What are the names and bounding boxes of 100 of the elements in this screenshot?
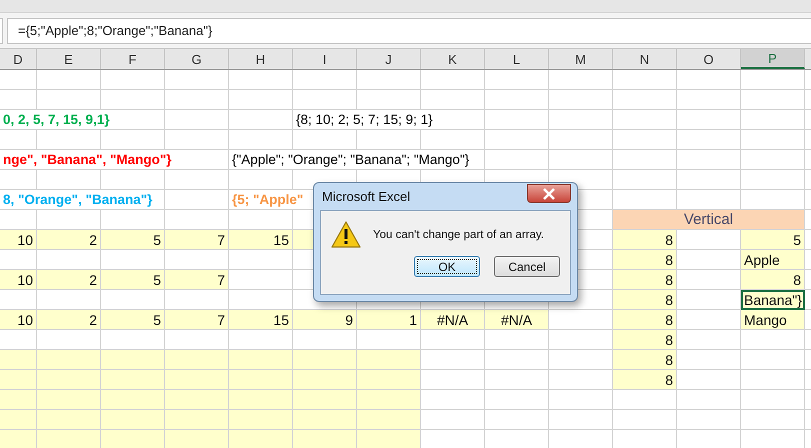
table-cell[interactable]: Mango [741, 310, 805, 330]
table-cell[interactable] [0, 430, 37, 448]
table-cell[interactable] [677, 150, 741, 170]
table-cell[interactable] [229, 170, 293, 190]
table-cell[interactable] [613, 110, 677, 130]
table-cell[interactable] [677, 370, 741, 390]
table-cell[interactable] [421, 90, 485, 110]
table-cell[interactable] [165, 350, 229, 370]
table-cell[interactable] [229, 110, 293, 130]
table-cell[interactable] [165, 370, 229, 390]
table-cell[interactable] [677, 170, 741, 190]
table-cell[interactable] [741, 350, 805, 370]
table-cell[interactable] [741, 190, 805, 210]
table-cell[interactable] [677, 290, 741, 310]
table-cell[interactable] [165, 70, 229, 90]
table-cell[interactable] [37, 330, 101, 350]
column-header[interactable]: L [485, 49, 549, 69]
table-cell[interactable] [229, 250, 293, 270]
table-cell[interactable] [421, 410, 485, 430]
table-cell[interactable] [101, 330, 165, 350]
dialog-button[interactable]: Cancel [494, 256, 560, 277]
table-cell[interactable] [549, 390, 613, 410]
table-cell[interactable] [0, 410, 37, 430]
table-cell[interactable] [37, 170, 101, 190]
table-cell[interactable] [677, 270, 741, 290]
table-cell[interactable] [229, 290, 293, 310]
table-cell[interactable] [485, 410, 549, 430]
table-cell[interactable]: 15 [229, 310, 293, 330]
table-cell[interactable]: #N/A [421, 310, 485, 330]
table-cell[interactable] [229, 210, 293, 230]
table-cell[interactable] [165, 250, 229, 270]
table-cell[interactable] [101, 130, 165, 150]
table-cell[interactable] [485, 350, 549, 370]
table-cell[interactable]: 10 [0, 230, 37, 250]
column-header[interactable]: N [613, 49, 677, 69]
table-cell[interactable] [357, 70, 421, 90]
column-header[interactable]: P [741, 49, 805, 69]
table-cell[interactable] [357, 390, 421, 410]
table-cell[interactable] [165, 190, 229, 210]
close-button[interactable] [527, 184, 571, 203]
table-cell[interactable] [293, 390, 357, 410]
table-cell[interactable] [0, 390, 37, 410]
table-cell[interactable] [101, 170, 165, 190]
table-cell[interactable]: 2 [37, 270, 101, 290]
table-cell[interactable]: 7 [165, 270, 229, 290]
table-cell[interactable] [229, 350, 293, 370]
table-cell[interactable] [165, 130, 229, 150]
table-cell[interactable] [165, 290, 229, 310]
table-cell[interactable] [485, 70, 549, 90]
table-cell[interactable] [0, 290, 37, 310]
table-cell[interactable] [37, 130, 101, 150]
table-cell[interactable] [165, 410, 229, 430]
table-cell[interactable] [101, 250, 165, 270]
table-cell[interactable] [741, 330, 805, 350]
table-cell[interactable] [357, 350, 421, 370]
column-header[interactable]: F [101, 49, 165, 69]
table-cell[interactable] [101, 370, 165, 390]
table-cell[interactable] [229, 270, 293, 290]
table-cell[interactable]: #N/A [485, 310, 549, 330]
table-cell[interactable]: Banana"} [741, 290, 805, 310]
table-cell[interactable] [293, 330, 357, 350]
table-cell[interactable]: 8 [613, 310, 677, 330]
table-cell[interactable] [37, 70, 101, 90]
table-cell[interactable]: 8 [613, 250, 677, 270]
table-cell[interactable]: 8 [613, 270, 677, 290]
merged-header-cell[interactable]: Vertical [613, 210, 805, 230]
table-cell[interactable] [101, 410, 165, 430]
table-cell[interactable] [293, 130, 357, 150]
table-cell[interactable] [293, 430, 357, 448]
table-cell[interactable] [0, 210, 37, 230]
table-cell[interactable] [101, 430, 165, 448]
table-cell[interactable] [485, 330, 549, 350]
table-cell[interactable] [485, 110, 549, 130]
table-cell[interactable] [293, 370, 357, 390]
table-cell[interactable]: nge", "Banana", "Mango"} [0, 150, 229, 170]
table-cell[interactable] [421, 370, 485, 390]
table-cell[interactable] [293, 70, 357, 90]
table-cell[interactable] [165, 330, 229, 350]
column-header[interactable]: M [549, 49, 613, 69]
table-cell[interactable]: {"Apple"; "Orange"; "Banana"; "Mango"} [229, 150, 485, 170]
table-cell[interactable] [357, 430, 421, 448]
table-cell[interactable] [357, 90, 421, 110]
column-header[interactable]: I [293, 49, 357, 69]
table-cell[interactable] [741, 130, 805, 150]
table-cell[interactable] [549, 310, 613, 330]
table-cell[interactable] [741, 370, 805, 390]
column-header[interactable]: J [357, 49, 421, 69]
table-cell[interactable]: 2 [37, 230, 101, 250]
table-cell[interactable]: 10 [0, 310, 37, 330]
table-cell[interactable] [101, 390, 165, 410]
table-cell[interactable] [229, 370, 293, 390]
table-cell[interactable] [0, 170, 37, 190]
column-header[interactable]: G [165, 49, 229, 69]
table-cell[interactable] [101, 90, 165, 110]
table-cell[interactable]: 7 [165, 310, 229, 330]
formula-field[interactable]: ={5;"Apple";8;"Orange";"Banana"} [7, 18, 811, 44]
table-cell[interactable]: 10 [0, 270, 37, 290]
table-cell[interactable] [741, 390, 805, 410]
table-cell[interactable] [37, 390, 101, 410]
table-cell[interactable] [293, 410, 357, 430]
